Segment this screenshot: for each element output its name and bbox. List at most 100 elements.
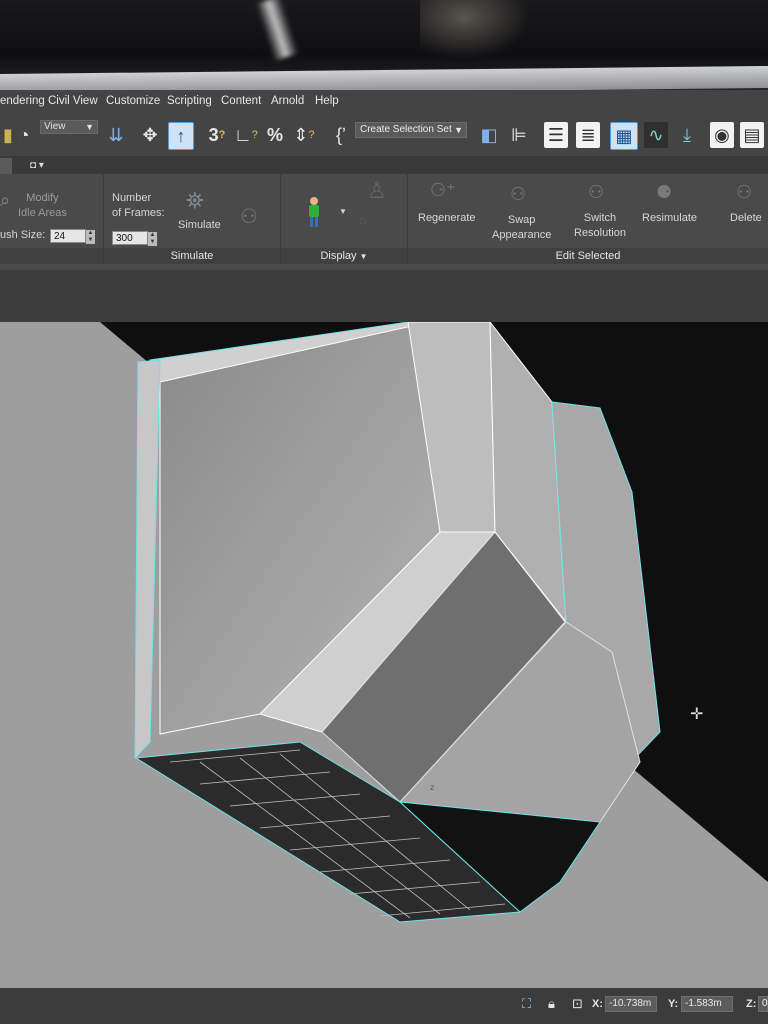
main-toolbar: ▮ ◔ ⇊ ✥ ↑ 3? ∟? % ⇕? {ʼ Create Selection… [0, 116, 768, 156]
create-selection-set-dropdown[interactable]: Create Selection Set ▼ [355, 122, 467, 138]
appearance-label: Appearance [492, 229, 552, 241]
layer-explorer-icon[interactable]: ≣ [576, 122, 600, 148]
status-bar: ⛶ 🔒︎ ⊡ X: -10.738m Y: -1.583m Z: 0. [0, 988, 768, 1024]
regenerate-button[interactable]: Regenerate [418, 211, 476, 226]
character-display-icon[interactable] [305, 196, 323, 228]
menu-arnold[interactable]: Arnold [271, 95, 304, 107]
z-coordinate-field[interactable]: 0. [758, 996, 768, 1012]
menu-rendering[interactable]: endering [0, 95, 45, 107]
chevron-down-icon[interactable]: ▼ [339, 204, 347, 219]
isolate-selection-icon[interactable]: ⛶ [522, 996, 531, 1012]
simulate-panel-footer: Simulate [104, 248, 280, 264]
modify-label: Modify [26, 192, 59, 204]
scene-explorer-icon[interactable]: ☰ [544, 122, 568, 148]
ribbon-tab-active[interactable] [0, 158, 12, 174]
snap-toggle-icon[interactable]: 3? [204, 122, 230, 148]
number-label: Number [112, 192, 152, 204]
chevron-down-icon: ▼ [359, 252, 368, 261]
switch-resolution-button[interactable]: Switch Resolution [574, 211, 626, 241]
view-dropdown-label: View [44, 121, 66, 132]
axis-label: z [430, 783, 434, 792]
frames-spinner[interactable]: 300 ▲ ▼ [112, 231, 157, 246]
spinner-snap-icon[interactable]: ⇕? [292, 122, 316, 148]
display-footer-label: Display [320, 250, 357, 262]
align-icon[interactable]: ⊫ [508, 122, 530, 148]
switch-label: Switch [583, 212, 617, 224]
delete-button[interactable]: Delete [730, 211, 762, 226]
simulate-panel: Number of Frames: 300 ▲ ▼ ⛯ Simulate ⚇ Sim… [104, 174, 281, 264]
ribbon-tab-strip: ◘ ▾ [0, 156, 768, 174]
populate-ribbon: ⌕ Modify Idle Areas ush Size: 24 ▲ ▼ Numbe… [0, 174, 768, 270]
brush-size-label: ush Size: [0, 229, 46, 241]
number-of-frames-label: Number of Frames: [112, 191, 165, 221]
swap-appearance-icon: ⚇ [510, 184, 527, 204]
regenerate-icon: ⚆⁺ [430, 180, 456, 200]
toolbar-grip-icon: ▮ [3, 124, 13, 145]
paint-brush-icon: ⌕ [0, 190, 11, 210]
selection-set-label: Create Selection Set [360, 124, 452, 135]
chevron-down-icon: ▼ [85, 122, 94, 132]
camera-tab-icon[interactable]: ◘ ▾ [30, 158, 44, 174]
select-manipulate-icon[interactable]: ↑ [168, 122, 194, 150]
frames-label: of Frames: [112, 207, 165, 219]
schematic-view-icon[interactable]: ⤓ [674, 122, 700, 148]
move-tool-icon[interactable]: ✥ [138, 122, 162, 148]
y-coordinate-field[interactable]: -1.583m [681, 996, 733, 1012]
resimulate-icon: ⚈ [656, 182, 673, 202]
paint-panel-footer [0, 248, 103, 264]
paint-panel: ⌕ Modify Idle Areas ush Size: 24 ▲ ▼ [0, 174, 104, 264]
reference-coordinate-dropdown[interactable]: View ▼ [40, 120, 98, 134]
x-coordinate-field[interactable]: -10.738m [605, 996, 657, 1012]
snap-label: 3 [208, 124, 219, 145]
3dsmax-window: endering Civil View Customize Scripting … [0, 90, 768, 1024]
spinner-arrows-icon[interactable]: ▲ ▼ [148, 232, 157, 246]
display-panel-footer[interactable]: Display ▼ [281, 248, 407, 264]
edit-named-selection-icon[interactable]: {ʼ [330, 122, 352, 148]
ribbon-toggle-icon[interactable]: ▦ [610, 122, 638, 150]
percent-snap-icon[interactable]: % [263, 122, 287, 148]
swap-appearance-button[interactable]: Swap Appearance [492, 213, 551, 243]
z-label: Z: [746, 998, 757, 1010]
menu-content[interactable]: Content [221, 95, 261, 107]
render-setup-icon[interactable]: ▤ [740, 122, 764, 148]
y-label: Y: [668, 998, 679, 1010]
idle-areas-label: Idle Areas [18, 207, 67, 219]
brush-size-value: 24 [54, 231, 66, 242]
x-label: X: [592, 998, 603, 1010]
lock-icon[interactable]: 🔒︎ [548, 996, 555, 1012]
curve-editor-icon[interactable]: ∿ [644, 122, 668, 148]
frames-value: 300 [116, 233, 133, 244]
viewport-layout-icon[interactable]: ⇊ [104, 122, 128, 148]
edit-selected-panel: ⚆⁺ Regenerate ⚇ Swap Appearance ⚇ Switch R… [408, 174, 768, 264]
select-object-icon[interactable]: ◔ [12, 122, 36, 148]
resimulate-button[interactable]: Resimulate [642, 211, 697, 226]
modify-idle-areas-label[interactable]: Modify Idle Areas [18, 191, 67, 221]
edit-selected-footer: Edit Selected [408, 248, 768, 264]
resolution-label: Resolution [574, 227, 626, 239]
spinner-arrows-icon[interactable]: ▲ ▼ [86, 230, 95, 244]
mirror-icon[interactable]: ◧ [478, 122, 500, 148]
switch-resolution-icon: ⚇ [588, 182, 605, 202]
scene-render: z [0, 322, 768, 988]
screen-glare-2 [420, 0, 530, 60]
crosshair-cursor-icon: ✛ [690, 706, 704, 723]
menu-customize[interactable]: Customize [106, 95, 160, 107]
perspective-viewport[interactable]: z ✛ [0, 322, 768, 988]
menu-civil-view[interactable]: Civil View [48, 95, 98, 107]
brush-size-spinner[interactable]: 24 ▲ ▼ [50, 229, 95, 244]
menu-scripting[interactable]: Scripting [167, 95, 212, 107]
figure-outline-icon[interactable]: ♙ [367, 178, 387, 204]
ribbon-spacer [0, 270, 768, 322]
swap-label: Swap [507, 214, 536, 226]
angle-snap-icon[interactable]: ∟? [234, 122, 258, 148]
menu-help[interactable]: Help [315, 95, 339, 107]
simulate-icon: ⛯ [186, 188, 204, 213]
absolute-mode-icon[interactable]: ⊡ [572, 996, 583, 1012]
material-editor-icon[interactable]: ◉ [710, 122, 734, 148]
chevron-down-icon: ▼ [454, 125, 463, 135]
ring-display-icon[interactable]: ◌ [359, 214, 366, 229]
people-delete-icon[interactable]: ⚇ [240, 204, 258, 229]
simulate-button[interactable]: Simulate [178, 218, 221, 233]
menu-bar: endering Civil View Customize Scripting … [0, 90, 768, 116]
delete-people-icon: ⚇ [736, 182, 753, 202]
